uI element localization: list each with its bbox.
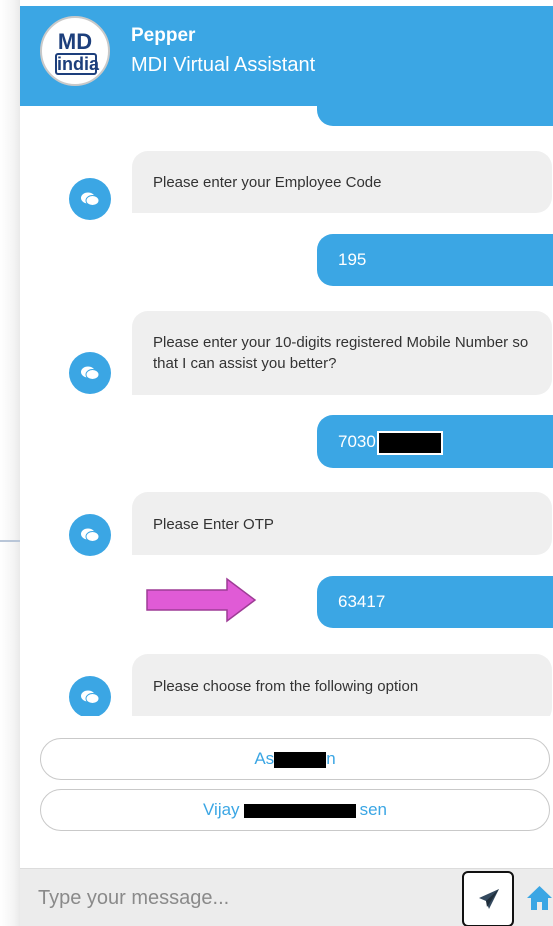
bot-message-text: Please choose from the following option: [153, 678, 419, 695]
user-message: 7030: [317, 415, 553, 468]
chat-header: MD india Pepper MDI Virtual Assistant: [20, 6, 553, 106]
redaction-box: [376, 430, 443, 455]
arrow-right-icon: [146, 577, 257, 623]
bot-message: Please Enter OTP: [132, 492, 552, 555]
send-icon: [479, 889, 499, 909]
message-list[interactable]: Please enter your Employee Code 195 Plea…: [20, 106, 553, 716]
chat-bubble-icon: [81, 528, 100, 542]
user-message-text: 7030: [338, 432, 376, 451]
user-message: 195: [317, 234, 553, 286]
home-icon[interactable]: [526, 885, 553, 911]
message-input-bar: Type your message...: [20, 868, 553, 926]
bot-avatar: [69, 514, 111, 556]
logo-india-text: india: [55, 53, 100, 75]
bot-avatar: [69, 676, 111, 716]
redaction-box: [243, 803, 356, 818]
bot-subtitle: MDI Virtual Assistant: [131, 54, 316, 76]
bot-message: Please enter your Employee Code: [132, 151, 552, 213]
chat-bubble-icon: [81, 366, 100, 380]
background-strip: [0, 0, 20, 926]
bot-name: Pepper: [131, 25, 196, 46]
option-label-end: n: [326, 749, 336, 768]
bot-message: Please choose from the following option: [132, 654, 552, 716]
option-button[interactable]: Vijay sen: [40, 789, 550, 831]
chat-window: MD india Pepper MDI Virtual Assistant Pl…: [20, 0, 553, 926]
chat-bubble-icon: [81, 690, 100, 704]
option-button[interactable]: As n: [40, 738, 550, 780]
option-label-end: sen: [359, 800, 387, 819]
logo-md-text: MD: [57, 29, 93, 54]
bot-message-text: Please enter your 10-digits registered M…: [153, 334, 529, 372]
option-label-start: Vijay: [203, 800, 240, 819]
message-input[interactable]: Type your message...: [20, 869, 460, 926]
send-button[interactable]: [462, 871, 514, 926]
user-message-text: 195: [338, 250, 367, 269]
chat-bubble-icon: [81, 192, 100, 206]
redaction-box: [274, 751, 327, 768]
user-message: [317, 106, 553, 126]
bot-avatar: [69, 352, 111, 394]
bot-message-text: Please Enter OTP: [153, 516, 274, 533]
bot-message-text: Please enter your Employee Code: [153, 174, 382, 191]
option-label-start: As: [254, 749, 275, 768]
user-message: 63417: [317, 576, 553, 628]
bot-avatar: [69, 178, 111, 220]
user-message-text: 63417: [338, 592, 386, 611]
bot-message: Please enter your 10-digits registered M…: [132, 311, 552, 395]
mdindia-logo: MD india: [40, 16, 110, 86]
